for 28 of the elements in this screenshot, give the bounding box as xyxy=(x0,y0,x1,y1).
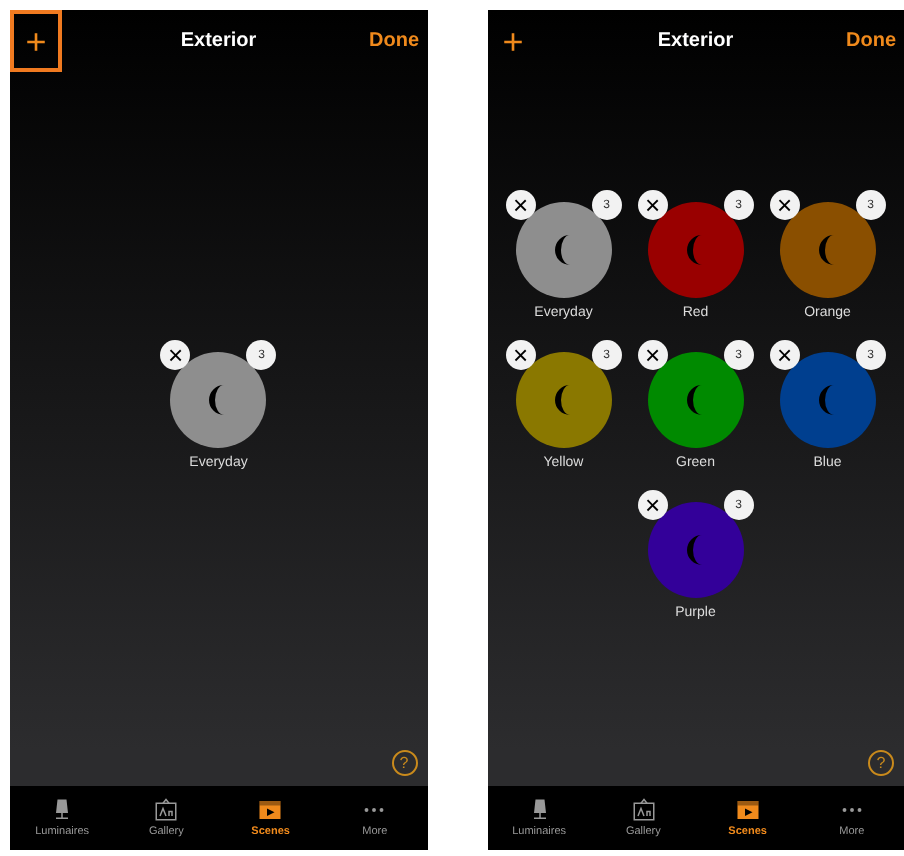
done-button[interactable]: Done xyxy=(369,30,427,52)
remove-button[interactable]: × xyxy=(505,190,536,220)
remove-button[interactable]: × xyxy=(769,340,800,370)
remove-button[interactable]: × xyxy=(637,340,668,370)
add-button[interactable]: + xyxy=(487,10,539,72)
picture-frame-icon xyxy=(631,798,656,822)
add-button[interactable]: + xyxy=(10,10,62,72)
remove-button[interactable]: × xyxy=(505,340,536,370)
scene-button[interactable] xyxy=(779,352,876,448)
remove-button[interactable]: × xyxy=(637,190,668,220)
scene-button[interactable] xyxy=(170,352,267,448)
screen-title: Exterior xyxy=(657,30,734,52)
scene-button[interactable] xyxy=(647,202,744,298)
remove-button[interactable]: × xyxy=(637,490,668,520)
scene-button[interactable] xyxy=(515,352,612,448)
clapperboard-icon xyxy=(258,798,283,822)
clapperboard-icon xyxy=(735,798,760,822)
scene-button[interactable] xyxy=(515,202,612,298)
scene-button[interactable] xyxy=(647,352,744,448)
scene-button[interactable] xyxy=(779,202,876,298)
scene-button[interactable] xyxy=(647,502,744,598)
help-button[interactable]: ? xyxy=(391,750,417,776)
picture-frame-icon xyxy=(154,798,179,822)
screen-title: Exterior xyxy=(180,30,257,52)
remove-button[interactable]: × xyxy=(160,340,191,370)
remove-button[interactable]: × xyxy=(769,190,800,220)
done-button[interactable]: Done xyxy=(846,30,904,52)
help-button[interactable]: ? xyxy=(868,750,894,776)
